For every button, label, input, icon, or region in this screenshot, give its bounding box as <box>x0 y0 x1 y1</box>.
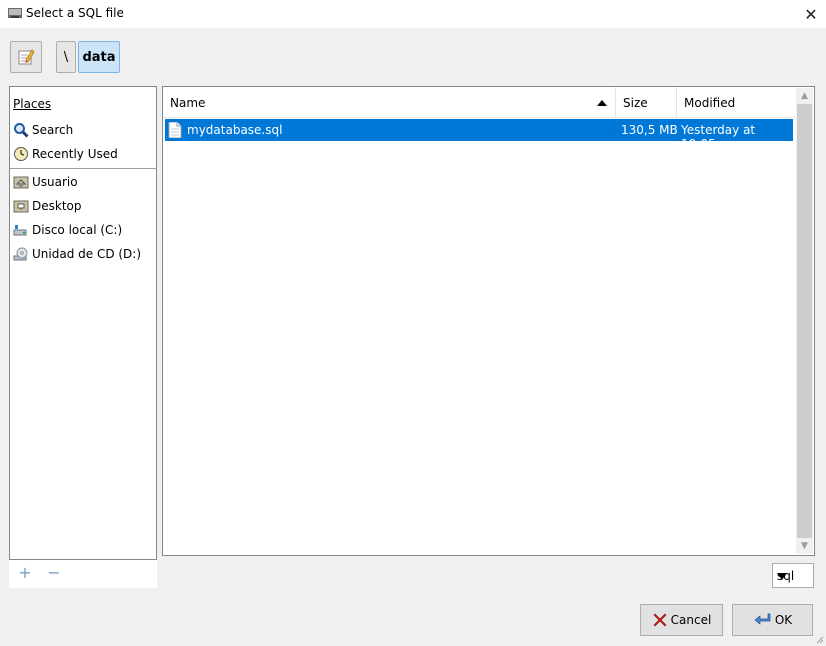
sidebar-item-unidad-cd[interactable]: Unidad de CD (D:) <box>13 244 153 264</box>
file-list[interactable]: Name Size Modified mydatabase.sql 130,5 … <box>162 86 815 556</box>
sidebar-item-label: Recently Used <box>32 147 118 161</box>
sidebar-item-label: Unidad de CD (D:) <box>32 247 142 261</box>
places-footer: + − <box>9 560 157 588</box>
desktop-folder-icon <box>13 198 29 214</box>
column-name-label: Name <box>170 96 206 110</box>
column-modified-label: Modified <box>684 96 736 110</box>
file-name: mydatabase.sql <box>187 123 283 137</box>
file-type-filter[interactable]: sql <box>772 563 814 588</box>
breadcrumb-root[interactable]: \ <box>56 41 76 73</box>
chevron-down-icon <box>777 573 787 580</box>
column-size-label: Size <box>623 96 648 110</box>
sidebar-item-label: Usuario <box>32 175 78 189</box>
table-row[interactable]: mydatabase.sql 130,5 MB Yesterday at 10:… <box>165 119 793 151</box>
cancel-label: Cancel <box>670 613 712 627</box>
sidebar-item-label: Desktop <box>32 199 82 213</box>
sidebar-item-search[interactable]: Search <box>13 120 153 140</box>
app-icon <box>8 8 22 18</box>
places-sidebar: Places Search Recently Used Usuario Desk… <box>9 86 157 560</box>
breadcrumb-data[interactable]: data <box>78 41 120 73</box>
file-size: 130,5 MB <box>621 123 678 137</box>
sidebar-item-disco-local[interactable]: Disco local (C:) <box>13 220 153 240</box>
clock-icon <box>13 146 29 162</box>
sidebar-divider <box>10 168 156 169</box>
scroll-up-icon[interactable]: ▲ <box>796 88 813 104</box>
scroll-thumb[interactable] <box>797 104 812 538</box>
sidebar-item-desktop[interactable]: Desktop <box>13 196 153 216</box>
column-modified[interactable]: Modified <box>677 87 795 117</box>
column-size[interactable]: Size <box>616 87 677 117</box>
edit-location-button[interactable] <box>10 41 42 73</box>
resize-grip-icon[interactable] <box>814 634 824 644</box>
column-header: Name Size Modified <box>163 87 795 118</box>
cancel-icon <box>653 613 667 627</box>
window-title: Select a SQL file <box>26 6 124 20</box>
pencil-icon <box>18 49 35 65</box>
close-button[interactable]: ✕ <box>796 0 826 28</box>
vertical-scrollbar[interactable]: ▲ ▼ <box>796 88 813 554</box>
sort-ascending-icon <box>597 100 607 106</box>
add-bookmark-button[interactable]: + <box>18 565 32 581</box>
cancel-button[interactable]: Cancel <box>640 604 723 636</box>
sidebar-item-usuario[interactable]: Usuario <box>13 172 153 192</box>
remove-bookmark-button[interactable]: − <box>47 565 61 581</box>
cd-drive-icon <box>13 246 29 262</box>
ok-arrow-icon <box>754 613 771 625</box>
sidebar-item-recently-used[interactable]: Recently Used <box>13 144 153 164</box>
file-icon <box>168 122 182 138</box>
ok-button[interactable]: OK <box>732 604 813 636</box>
drive-icon <box>13 222 29 238</box>
close-icon: ✕ <box>804 4 818 24</box>
sidebar-item-label: Search <box>32 123 74 137</box>
search-icon <box>13 122 29 138</box>
places-header: Places <box>13 97 52 111</box>
title-bar: Select a SQL file ✕ <box>0 0 826 28</box>
sidebar-item-label: Disco local (C:) <box>32 223 123 237</box>
ok-label: OK <box>774 613 793 627</box>
home-folder-icon <box>13 174 29 190</box>
file-modified: Yesterday at 10:05 <box>681 123 756 151</box>
scroll-down-icon[interactable]: ▼ <box>796 538 813 554</box>
column-name[interactable]: Name <box>163 87 616 117</box>
